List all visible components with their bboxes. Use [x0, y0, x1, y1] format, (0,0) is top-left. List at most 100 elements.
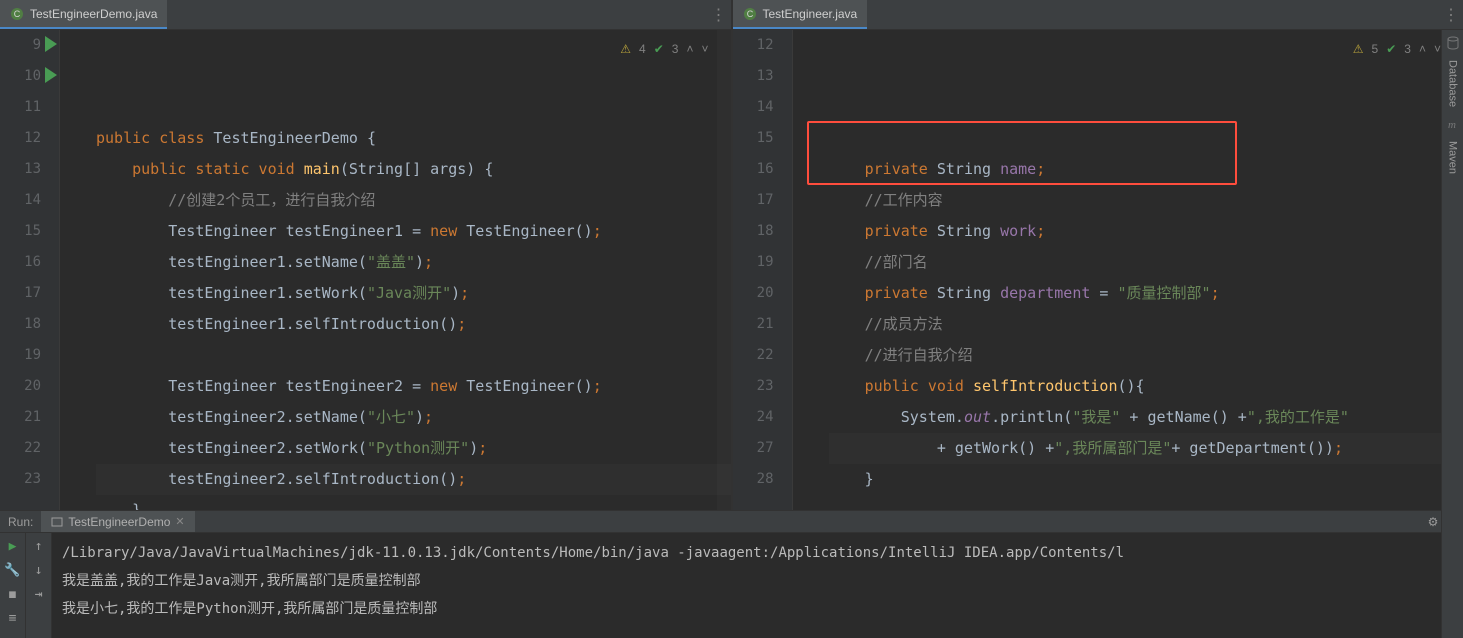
code-line[interactable]: System.out.println("我是" + getName() +",我…	[829, 402, 1463, 433]
tool-label-maven[interactable]: Maven	[1447, 141, 1459, 174]
line-number[interactable]: 14	[733, 92, 774, 123]
tab-spacer	[167, 0, 706, 29]
line-number[interactable]: 12	[0, 123, 41, 154]
rerun-icon[interactable]: ▶	[4, 537, 22, 555]
ok-count: 3	[1404, 34, 1411, 65]
run-panel: Run: TestEngineerDemo ✕ ⚙ — ▶ 🔧 ◼ ≡ ↑ ↓ …	[0, 510, 1463, 638]
run-output[interactable]: /Library/Java/JavaVirtualMachines/jdk-11…	[52, 533, 1463, 638]
run-config-icon	[51, 516, 63, 528]
code-line[interactable]: //部门名	[829, 247, 1463, 278]
fold-column-right[interactable]	[793, 30, 807, 510]
wrench-icon[interactable]: 🔧	[4, 561, 22, 579]
code-line[interactable]: //成员方法	[829, 309, 1463, 340]
code-line[interactable]: private String department = "质量控制部";	[829, 278, 1463, 309]
line-number[interactable]: 15	[0, 216, 41, 247]
code-line[interactable]: TestEngineer testEngineer1 = new TestEng…	[96, 216, 731, 247]
chevron-up-icon: ˄	[1419, 34, 1426, 65]
line-number[interactable]: 12	[733, 30, 774, 61]
line-number[interactable]: 10	[0, 61, 41, 92]
line-number[interactable]: 18	[733, 216, 774, 247]
code-line[interactable]: public static void main(String[] args) {	[96, 154, 731, 185]
code-line[interactable]: //创建2个员工，进行自我介绍	[96, 185, 731, 216]
line-number[interactable]: 19	[733, 247, 774, 278]
code-line[interactable]: TestEngineer testEngineer2 = new TestEng…	[96, 371, 731, 402]
gear-icon[interactable]: ⚙	[1423, 515, 1443, 529]
up-icon[interactable]: ↑	[30, 537, 48, 555]
console-line[interactable]: 我是盖盖,我的工作是Java测开,我所属部门是质量控制部	[62, 567, 1453, 595]
console-line[interactable]: 我是小七,我的工作是Python测开,我所属部门是质量控制部	[62, 595, 1453, 623]
code-line[interactable]: + getWork() +",我所属部门是"+ getDepartment())…	[829, 433, 1463, 464]
tab-more-icon[interactable]: ⋮	[1439, 0, 1463, 29]
code-line[interactable]: private String name;	[829, 154, 1463, 185]
code-line[interactable]: testEngineer1.selfIntroduction();	[96, 309, 731, 340]
line-number[interactable]: 14	[0, 185, 41, 216]
code-line[interactable]: }	[829, 464, 1463, 495]
inspection-indicators-left[interactable]: ⚠4 ✔3 ˄ ˅	[620, 34, 708, 65]
line-number[interactable]: 23	[0, 464, 41, 495]
database-icon[interactable]	[1446, 36, 1460, 50]
line-number[interactable]: 28	[733, 464, 774, 495]
tab-more-icon[interactable]: ⋮	[707, 0, 731, 29]
console-line[interactable]: /Library/Java/JavaVirtualMachines/jdk-11…	[62, 539, 1453, 567]
run-body: ▶ 🔧 ◼ ≡ ↑ ↓ ⇥ /Library/Java/JavaVirtualM…	[0, 533, 1463, 638]
java-class-icon: C	[743, 7, 757, 21]
soft-wrap-icon[interactable]: ⇥	[30, 585, 48, 603]
line-number[interactable]: 18	[0, 309, 41, 340]
code-left[interactable]: ⚠4 ✔3 ˄ ˅ public class TestEngineerDemo …	[74, 30, 731, 510]
line-number[interactable]: 20	[733, 278, 774, 309]
line-number[interactable]: 23	[733, 371, 774, 402]
code-line[interactable]: //进行自我介绍	[829, 340, 1463, 371]
code-line[interactable]: testEngineer2.setName("小七");	[96, 402, 731, 433]
line-number[interactable]: 21	[0, 402, 41, 433]
right-tool-strip: Database m Maven	[1441, 30, 1463, 638]
code-right[interactable]: ⚠5 ✔3 ˄ ˅ private String name; //工作内容 pr…	[807, 30, 1463, 510]
code-line[interactable]: public class TestEngineerDemo {	[96, 123, 731, 154]
tab-testengineer[interactable]: C TestEngineer.java	[733, 0, 868, 29]
line-number[interactable]: 27	[733, 433, 774, 464]
tool-label-database[interactable]: Database	[1447, 60, 1459, 107]
run-gutter-icon[interactable]	[45, 36, 57, 52]
code-line[interactable]: public void selfIntroduction(){	[829, 371, 1463, 402]
line-number[interactable]: 9	[0, 30, 41, 61]
warn-count: 4	[639, 34, 646, 65]
editor-pane-left: C TestEngineerDemo.java ⋮ 91011121314151…	[0, 0, 732, 510]
close-icon[interactable]: ✕	[175, 515, 184, 528]
inspection-indicators-right[interactable]: ⚠5 ✔3 ˄ ˅	[1353, 34, 1441, 65]
line-number[interactable]: 16	[0, 247, 41, 278]
line-number[interactable]: 13	[0, 154, 41, 185]
code-line[interactable]: testEngineer1.setName("盖盖");	[96, 247, 731, 278]
line-number[interactable]: 19	[0, 340, 41, 371]
code-area-right[interactable]: 121314151617181920212223242728 ⚠5 ✔3 ˄ ˅…	[733, 30, 1463, 510]
line-number[interactable]: 16	[733, 154, 774, 185]
line-number[interactable]: 11	[0, 92, 41, 123]
fold-column-left[interactable]	[60, 30, 74, 510]
code-line[interactable]	[96, 340, 731, 371]
run-tab[interactable]: TestEngineerDemo ✕	[41, 511, 194, 532]
line-number[interactable]: 24	[733, 402, 774, 433]
line-number[interactable]: 17	[733, 185, 774, 216]
minimap-left[interactable]	[717, 30, 731, 510]
line-number[interactable]: 20	[0, 371, 41, 402]
stop-icon[interactable]: ◼	[4, 585, 22, 603]
gutter-left[interactable]: 91011121314151617181920212223	[0, 30, 60, 510]
run-gutter-icon[interactable]	[45, 67, 57, 83]
code-line[interactable]: private String work;	[829, 216, 1463, 247]
code-line[interactable]: //工作内容	[829, 185, 1463, 216]
line-number[interactable]: 22	[0, 433, 41, 464]
code-line[interactable]: testEngineer2.selfIntroduction();	[96, 464, 731, 495]
code-area-left[interactable]: 91011121314151617181920212223 ⚠4 ✔3 ˄ ˅ …	[0, 30, 731, 510]
code-line[interactable]	[829, 495, 1463, 510]
line-number[interactable]: 15	[733, 123, 774, 154]
code-line[interactable]: testEngineer1.setWork("Java测开");	[96, 278, 731, 309]
line-number[interactable]: 13	[733, 61, 774, 92]
tab-testengineerdemo[interactable]: C TestEngineerDemo.java	[0, 0, 167, 29]
line-number[interactable]: 21	[733, 309, 774, 340]
code-line[interactable]: testEngineer2.setWork("Python测开");	[96, 433, 731, 464]
layout-icon[interactable]: ≡	[4, 609, 22, 627]
code-line[interactable]: }	[96, 495, 731, 510]
line-number[interactable]: 17	[0, 278, 41, 309]
line-number[interactable]: 22	[733, 340, 774, 371]
gutter-right[interactable]: 121314151617181920212223242728	[733, 30, 793, 510]
maven-icon[interactable]: m	[1446, 117, 1460, 131]
down-icon[interactable]: ↓	[30, 561, 48, 579]
